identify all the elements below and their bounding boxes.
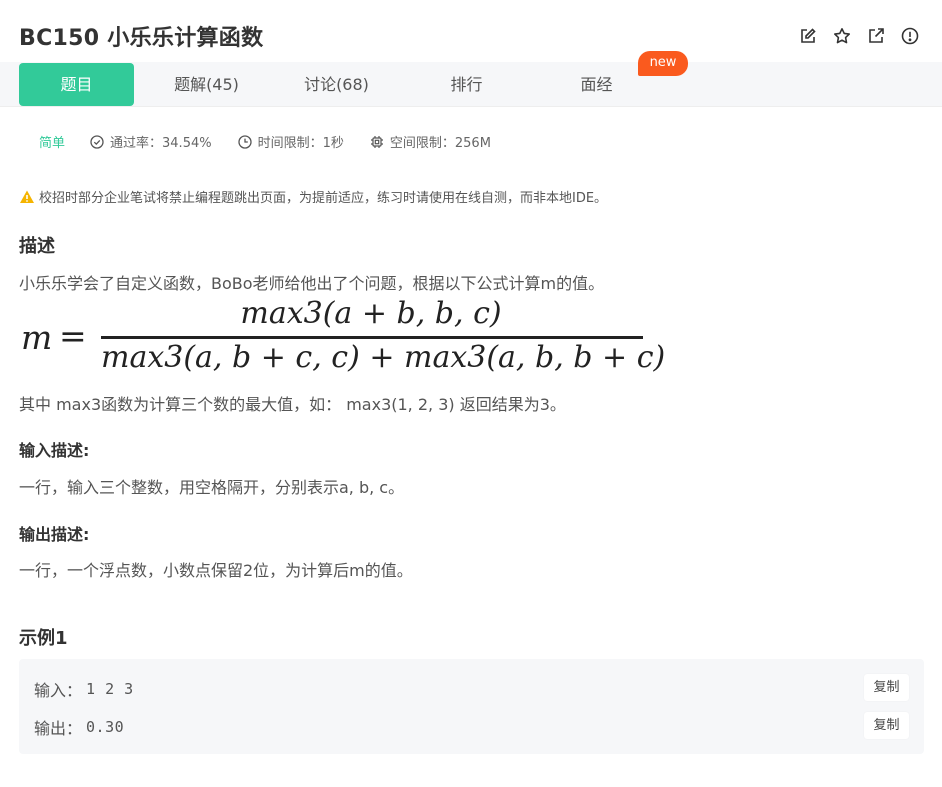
problem-title: BC150 小乐乐计算函数 <box>19 26 264 51</box>
input-desc-text: 一行，输入三个整数，用空格隔开，分别表示a, b, c。 <box>19 478 405 497</box>
edit-icon[interactable] <box>798 26 818 46</box>
pass-rate-text: 通过率：34.54% <box>110 136 212 151</box>
formula: m = max3(a + b, b, c) max3(a, b + c, c) … <box>19 296 666 384</box>
formula-equals: = <box>59 316 87 355</box>
example-output-row: 输出： 0.30 <box>34 715 124 739</box>
report-icon[interactable] <box>900 26 920 46</box>
copy-output-button[interactable]: 复制 <box>864 712 909 739</box>
example-box: 输入： 1 2 3 复制 输出： 0.30 复制 <box>19 659 924 754</box>
tab-ranking[interactable]: 排行 <box>409 63 524 106</box>
example-input-label: 输入： <box>34 681 83 700</box>
example-output-value: 0.30 <box>86 718 125 736</box>
tab-interview[interactable]: 面经 <box>539 63 654 106</box>
external-link-icon[interactable] <box>866 26 886 46</box>
example-input-value: 1 2 3 <box>86 680 134 698</box>
new-badge: new <box>638 51 688 76</box>
description-text: 小乐乐学会了自定义函数，BoBo老师给他出了个问题，根据以下公式计算m的值。 <box>19 274 605 293</box>
description-heading: 描述 <box>19 236 55 257</box>
memory-limit: 空间限制：256M <box>370 132 491 151</box>
warning-icon <box>20 190 34 203</box>
formula-denominator: max3(a, b + c, c) + max3(a, b, b + c) <box>101 340 666 375</box>
problem-tabs: 题目 题解(45) 讨论(68) 排行 面经 new <box>0 51 942 107</box>
example-heading: 示例1 <box>19 628 68 649</box>
formula-numerator: max3(a + b, b, c) <box>240 296 502 331</box>
page-header: BC150 小乐乐计算函数 <box>0 0 942 62</box>
memory-limit-text: 空间限制：256M <box>389 136 491 151</box>
input-desc-heading: 输入描述: <box>19 441 90 460</box>
example-output-label: 输出： <box>34 719 83 738</box>
copy-input-button[interactable]: 复制 <box>864 674 909 701</box>
output-desc-text: 一行，一个浮点数，小数点保留2位，为计算后m的值。 <box>19 561 413 580</box>
tab-solutions[interactable]: 题解(45) <box>149 63 264 106</box>
header-actions <box>798 26 920 46</box>
chip-icon <box>370 135 383 148</box>
clock-icon <box>237 134 252 149</box>
formula-fraction-bar <box>101 336 643 339</box>
check-circle-icon <box>90 134 104 149</box>
problem-meta: 简单 通过率：34.54% 时间限制：1秒 空间限制：256M <box>39 132 517 151</box>
output-desc-heading: 输出描述: <box>19 525 90 544</box>
star-icon[interactable] <box>832 26 852 46</box>
notice-text: 校招时部分企业笔试将禁止编程题跳出页面，为提前适应，练习时请使用在线自测，而非本… <box>39 191 608 206</box>
tab-discussion[interactable]: 讨论(68) <box>279 63 394 106</box>
exam-notice: 校招时部分企业笔试将禁止编程题跳出页面，为提前适应，练习时请使用在线自测，而非本… <box>19 187 607 206</box>
time-limit: 时间限制：1秒 <box>237 132 344 151</box>
time-limit-text: 时间限制：1秒 <box>257 136 344 151</box>
difficulty-label: 简单 <box>39 136 66 151</box>
tab-problem[interactable]: 题目 <box>19 63 134 106</box>
pass-rate: 通过率：34.54% <box>90 132 212 151</box>
description-note: 其中 max3函数为计算三个数的最大值，如： max3(1, 2, 3) 返回结… <box>19 395 566 414</box>
example-input-row: 输入： 1 2 3 <box>34 677 134 701</box>
formula-lhs: m <box>21 318 53 357</box>
